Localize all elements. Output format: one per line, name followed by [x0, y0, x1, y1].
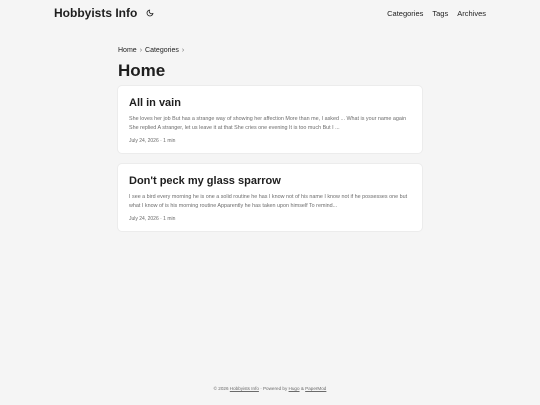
footer-site-link[interactable]: Hobbyists Info [230, 386, 259, 391]
moon-icon[interactable] [145, 9, 154, 18]
logo-group: Hobbyists Info [54, 6, 154, 20]
breadcrumb-home[interactable]: Home [118, 47, 137, 54]
post-title[interactable]: Don't peck my glass sparrow [129, 174, 411, 188]
post-meta: July 24, 2026 · 1 min [129, 216, 176, 222]
post-card[interactable]: Don't peck my glass sparrow I see a bird… [118, 164, 422, 231]
footer-papermod-link[interactable]: PaperMod [305, 386, 326, 391]
footer-amp: & [300, 386, 304, 391]
site-footer: © 2026 Hobbyists Info · Powered by Hugo … [0, 386, 540, 391]
site-header: Hobbyists Info Categories Tags Archives [0, 0, 540, 26]
page-title: Home [118, 61, 166, 80]
breadcrumb-categories[interactable]: Categories [145, 47, 179, 54]
post-excerpt: I see a bird every morning he is one a s… [129, 194, 408, 209]
post-excerpt: She loves her job But has a strange way … [129, 116, 407, 131]
main-content: Home › Categories › Home All in vain She… [118, 44, 422, 231]
post-meta: July 24, 2026 · 1 min [129, 138, 176, 144]
footer-powered-by: · Powered by [260, 386, 288, 391]
chevron-right-icon: › [181, 46, 185, 54]
footer-hugo-link[interactable]: Hugo [289, 386, 300, 391]
chevron-right-icon: › [139, 46, 143, 54]
nav-archives[interactable]: Archives [457, 9, 486, 18]
post-title[interactable]: All in vain [129, 96, 411, 110]
nav-categories[interactable]: Categories [387, 9, 423, 18]
nav-tags[interactable]: Tags [432, 9, 448, 18]
footer-copyright: © 2026 [213, 386, 229, 391]
main-nav: Categories Tags Archives [387, 9, 486, 18]
post-card[interactable]: All in vain She loves her job But has a … [118, 86, 422, 153]
site-logo[interactable]: Hobbyists Info [54, 6, 137, 20]
breadcrumb: Home › Categories › [118, 44, 422, 56]
